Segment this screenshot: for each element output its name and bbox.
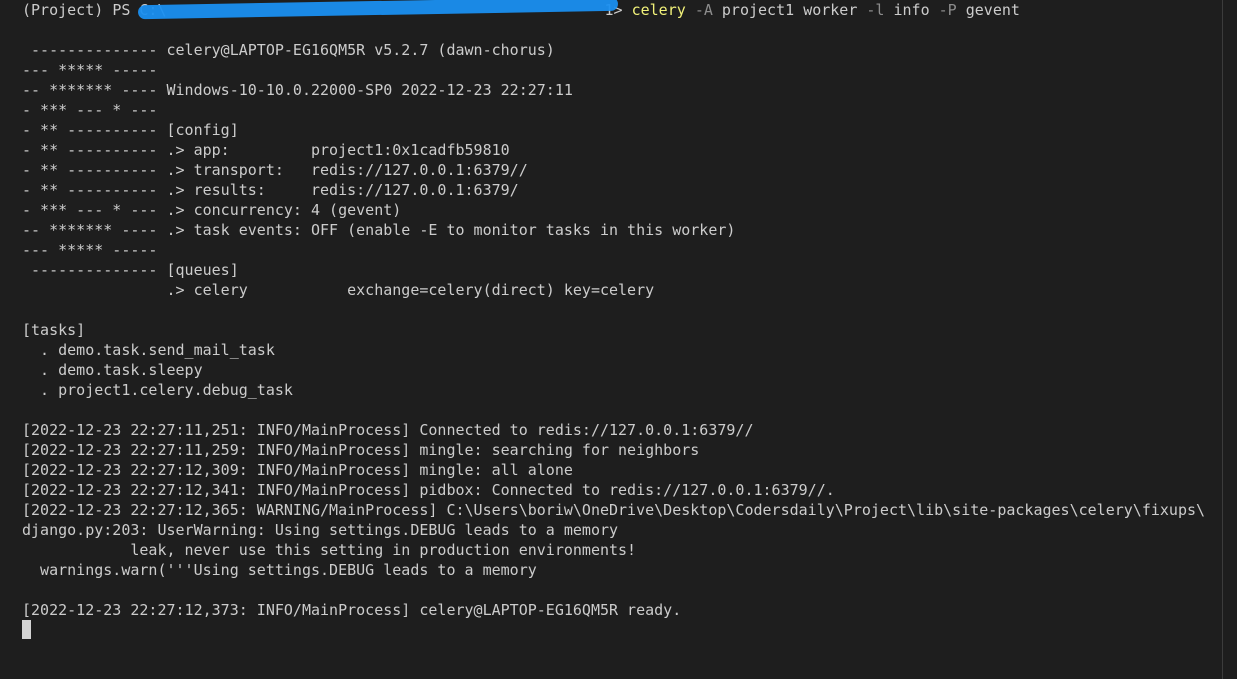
banner-line: - ** ---------- .> app: project1:0x1cadf… (22, 141, 510, 159)
banner-line: -------------- celery@LAPTOP-EG16QM5R v5… (22, 41, 555, 59)
command-flag: -A (694, 1, 713, 19)
tasks-header: [tasks] (22, 321, 86, 339)
log-line: warnings.warn('''Using settings.DEBUG le… (22, 561, 537, 579)
task-item: . demo.task.sleepy (22, 361, 203, 379)
worker-banner: -------------- celery@LAPTOP-EG16QM5R v5… (22, 40, 1217, 300)
log-line: [2022-12-23 22:27:12,341: INFO/MainProce… (22, 481, 835, 499)
banner-line: - ** ---------- [config] (22, 121, 239, 139)
banner-line: - ** ---------- .> transport: redis://12… (22, 161, 528, 179)
banner-line: - ** ---------- .> results: redis://127.… (22, 181, 519, 199)
cursor-line[interactable] (22, 620, 1217, 640)
banner-line: - *** --- * --- (22, 101, 158, 119)
task-list: . demo.task.send_mail_task . demo.task.s… (22, 340, 1217, 400)
command-arg: gevent (965, 1, 1020, 19)
command-args: -A project1 worker -l info -P gevent (686, 1, 1020, 19)
banner-line: -- ******* ---- Windows-10-10.0.22000-SP… (22, 81, 573, 99)
banner-line: -- ******* ---- .> task events: OFF (ena… (22, 221, 736, 239)
banner-line: --- ***** ----- (22, 61, 158, 79)
scrollbar[interactable] (1222, 0, 1237, 679)
redaction-mark (137, 0, 619, 20)
venv-label: (Project) (22, 1, 104, 19)
shell-label: PS (112, 1, 131, 19)
command-flag: -l (866, 1, 885, 19)
prompt-line: (Project) PS C:\1> celery -A project1 wo… (22, 0, 1217, 20)
log-line: [2022-12-23 22:27:11,251: INFO/MainProce… (22, 421, 754, 439)
command-name: celery (631, 1, 686, 19)
log-line: [2022-12-23 22:27:12,309: INFO/MainProce… (22, 461, 573, 479)
task-item: . project1.celery.debug_task (22, 381, 293, 399)
banner-line: .> celery exchange=celery(direct) key=ce… (22, 281, 655, 299)
banner-line: --- ***** ----- (22, 241, 158, 259)
banner-line: - *** --- * --- .> concurrency: 4 (geven… (22, 201, 402, 219)
log-line: [2022-12-23 22:27:11,259: INFO/MainProce… (22, 441, 700, 459)
terminal-cursor (22, 620, 31, 639)
command-arg: info (893, 1, 930, 19)
command-arg: project1 (721, 1, 795, 19)
terminal-output: (Project) PS C:\1> celery -A project1 wo… (22, 0, 1217, 640)
log-line: [2022-12-23 22:27:12,365: WARNING/MainPr… (22, 501, 1206, 519)
ready-line: [2022-12-23 22:27:12,373: INFO/MainProce… (22, 601, 682, 619)
terminal-window[interactable]: (Project) PS C:\1> celery -A project1 wo… (0, 0, 1237, 679)
log-line: django.py:203: UserWarning: Using settin… (22, 521, 619, 539)
task-item: . demo.task.send_mail_task (22, 341, 275, 359)
log-line: leak, never use this setting in producti… (22, 541, 637, 559)
banner-line: -------------- [queues] (22, 261, 239, 279)
command-arg: worker (803, 1, 858, 19)
log-lines: [2022-12-23 22:27:11,251: INFO/MainProce… (22, 420, 1217, 580)
command-flag: -P (938, 1, 957, 19)
